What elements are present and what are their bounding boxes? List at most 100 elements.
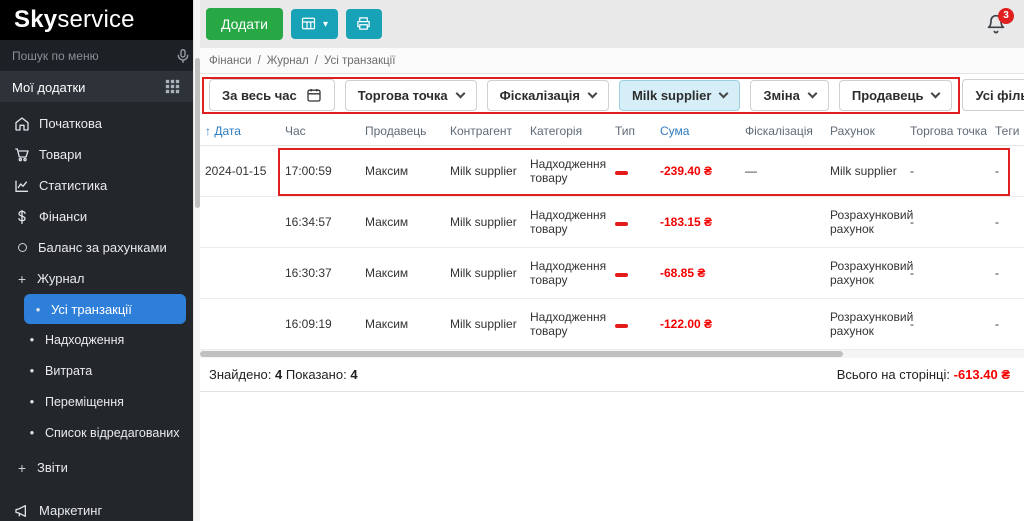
- chevron-down-icon: [718, 88, 729, 98]
- sidebar-item-home[interactable]: Початкова: [0, 108, 193, 139]
- cell-category: Надходження товару: [530, 208, 607, 236]
- sidebar-item-finance[interactable]: Фінанси: [0, 201, 193, 232]
- filter-label: За весь час: [222, 87, 297, 103]
- breadcrumb: Фінанси / Журнал / Усі транзакції: [200, 48, 1024, 74]
- calendar-icon: [306, 87, 322, 103]
- my-apps-header[interactable]: Мої додатки: [0, 72, 193, 102]
- export-button[interactable]: ▾: [291, 9, 339, 39]
- filter-date-range[interactable]: За весь час: [209, 79, 335, 111]
- sidebar-item-label: Фінанси: [39, 209, 88, 224]
- shown-label: Показано:: [285, 367, 347, 382]
- filter-label: Усі фільтри: [975, 87, 1024, 103]
- sidebar-item-stats[interactable]: Статистика: [0, 170, 193, 201]
- cell-category: Надходження товару: [530, 310, 607, 338]
- table-row[interactable]: 2024-01-15 17:00:59 Максим Milk supplier…: [200, 146, 1024, 197]
- column-header-shop[interactable]: Торгова точка: [910, 124, 995, 138]
- bullet-icon: •: [29, 363, 35, 378]
- column-header-seller[interactable]: Продавець: [365, 124, 450, 138]
- filter-label: Продавець: [851, 87, 924, 103]
- table-row[interactable]: 16:30:37 Максим Milk supplier Надходженн…: [200, 248, 1024, 299]
- all-filters-button[interactable]: Усі фільтри: [962, 79, 1024, 111]
- cell-account: Розрахунковий рахунок: [830, 310, 914, 338]
- filter-shop[interactable]: Торгова точка: [344, 79, 477, 111]
- table-row[interactable]: 16:34:57 Максим Milk supplier Надходженн…: [200, 197, 1024, 248]
- cell-fiscalization: —: [745, 164, 757, 178]
- filter-fiscalization[interactable]: Фіскалізація: [486, 79, 609, 111]
- expense-type-icon: [615, 324, 628, 328]
- column-header-counterparty[interactable]: Контрагент: [450, 124, 530, 138]
- sidebar-item-expense[interactable]: • Витрата: [0, 355, 193, 386]
- sort-arrow-icon: ↑: [205, 123, 211, 138]
- sidebar-item-label: Надходження: [45, 332, 125, 347]
- column-header-category[interactable]: Категорія: [530, 124, 615, 138]
- sidebar-item-label: Звіти: [37, 460, 68, 475]
- filter-label: Зміна: [763, 87, 800, 103]
- column-header-time[interactable]: Час: [285, 124, 365, 138]
- sidebar: Skyservice Мої додатки: [0, 0, 193, 521]
- cell-time: 16:09:19: [285, 317, 332, 331]
- found-label: Знайдено:: [209, 367, 272, 382]
- cell-seller: Максим: [365, 266, 409, 280]
- filter-counterparty-milk-supplier[interactable]: Milk supplier: [618, 79, 741, 111]
- column-header-account[interactable]: Рахунок: [830, 124, 910, 138]
- sidebar-item-label: Баланс за рахунками: [38, 240, 167, 255]
- column-header-date[interactable]: ↑ Дата: [205, 124, 285, 138]
- shown-value: 4: [350, 367, 358, 382]
- menu-search: [0, 40, 193, 72]
- column-header-fiscalization[interactable]: Фіскалізація: [745, 124, 830, 138]
- breadcrumb-finance[interactable]: Фінанси: [209, 55, 252, 67]
- bullet-icon: •: [29, 394, 35, 409]
- printer-icon: [356, 16, 372, 32]
- sidebar-item-all-transactions[interactable]: • Усі транзакції: [24, 294, 186, 324]
- sidebar-item-products[interactable]: Товари: [0, 139, 193, 170]
- logo[interactable]: Sky service: [0, 0, 193, 40]
- sidebar-item-incoming[interactable]: • Надходження: [0, 324, 193, 355]
- notifications-button[interactable]: 3: [986, 8, 1014, 34]
- sidebar-item-label: Початкова: [39, 116, 103, 131]
- add-button[interactable]: Додати: [206, 8, 283, 40]
- filter-shift[interactable]: Зміна: [750, 79, 829, 111]
- chevron-down-icon: [455, 88, 466, 98]
- menu-search-input[interactable]: [10, 47, 169, 64]
- toolbar: Додати ▾ 3: [200, 0, 1024, 48]
- sidebar-item-transfer[interactable]: • Переміщення: [0, 386, 193, 417]
- table-row[interactable]: 16:09:19 Максим Milk supplier Надходженн…: [200, 299, 1024, 350]
- sidebar-item-marketing[interactable]: Маркетинг: [0, 495, 193, 521]
- filter-bar: За весь час Торгова точка Фіскалізація M…: [200, 74, 1024, 116]
- logo-text-bold: Sky: [14, 6, 58, 33]
- filter-label: Торгова точка: [357, 87, 448, 103]
- sidebar-item-edited-list[interactable]: • Список відредагованих: [0, 417, 193, 448]
- horizontal-scrollbar-thumb[interactable]: [200, 351, 843, 357]
- cell-account: Розрахунковий рахунок: [830, 208, 914, 236]
- print-button[interactable]: [346, 9, 383, 39]
- column-header-sum[interactable]: Сума: [660, 124, 745, 138]
- sidebar-item-balance[interactable]: Баланс за рахунками: [0, 232, 193, 263]
- breadcrumb-all-transactions[interactable]: Усі транзакції: [324, 55, 395, 67]
- sidebar-item-label: Маркетинг: [39, 503, 103, 518]
- sidebar-item-reports[interactable]: + Звіти: [0, 452, 193, 483]
- chevron-down-icon: [587, 88, 598, 98]
- column-header-tags[interactable]: Теги: [995, 124, 1024, 138]
- sidebar-item-journal[interactable]: + Журнал: [0, 263, 193, 294]
- filter-label: Milk supplier: [631, 87, 712, 103]
- breadcrumb-separator: /: [314, 54, 318, 67]
- cell-time: 16:30:37: [285, 266, 332, 280]
- notification-badge: 3: [998, 8, 1014, 24]
- filter-seller[interactable]: Продавець: [838, 79, 953, 111]
- horizontal-scrollbar[interactable]: [200, 350, 1024, 358]
- column-header-type[interactable]: Тип: [615, 124, 660, 138]
- cell-category: Надходження товару: [530, 259, 607, 287]
- cell-shop: -: [910, 164, 914, 178]
- table-header-row: ↑ Дата Час Продавець Контрагент Категорі…: [200, 116, 1024, 146]
- cell-tags: -: [995, 266, 999, 280]
- home-icon: [14, 116, 30, 132]
- breadcrumb-journal[interactable]: Журнал: [267, 55, 309, 67]
- sidebar-scrollbar[interactable]: [193, 0, 200, 521]
- summary-bar: Знайдено: 4 Показано: 4 Всього на сторін…: [200, 358, 1024, 392]
- microphone-icon[interactable]: [175, 48, 191, 64]
- cell-shop: -: [910, 266, 914, 280]
- cell-sum: -239.40 ₴: [660, 164, 713, 178]
- cell-seller: Максим: [365, 317, 409, 331]
- apps-grid-icon[interactable]: [165, 79, 181, 95]
- chevron-down-icon: [931, 88, 941, 98]
